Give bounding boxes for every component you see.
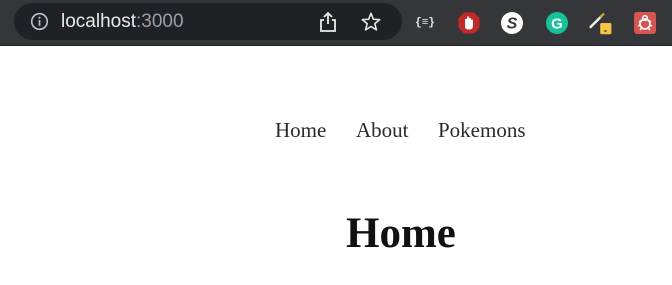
url-text[interactable]: localhost:3000: [61, 11, 184, 33]
url-host: localhost: [61, 11, 136, 32]
s-extension-icon[interactable]: S: [500, 11, 524, 35]
share-icon[interactable]: [318, 11, 338, 33]
nav-link-home[interactable]: Home: [275, 115, 326, 145]
address-bar[interactable]: localhost:3000: [14, 3, 402, 40]
browser-toolbar: localhost:3000 {≡} S G: [0, 0, 672, 46]
grammarly-letter: G: [551, 16, 563, 33]
bug-extension-icon[interactable]: [633, 11, 657, 35]
ublock-extension-icon[interactable]: [457, 11, 481, 35]
page-heading: Home: [346, 210, 456, 257]
s-extension-letter: S: [507, 16, 518, 33]
json-viewer-extension-icon[interactable]: {≡}: [413, 11, 437, 35]
info-icon[interactable]: [30, 12, 49, 31]
nav-link-pokemons[interactable]: Pokemons: [438, 115, 526, 145]
nav-link-about[interactable]: About: [356, 115, 409, 145]
pen-extension-icon[interactable]: [589, 11, 613, 35]
bookmark-star-icon[interactable]: [360, 11, 382, 33]
grammarly-extension-icon[interactable]: G: [545, 11, 569, 35]
url-port: :3000: [136, 11, 184, 32]
